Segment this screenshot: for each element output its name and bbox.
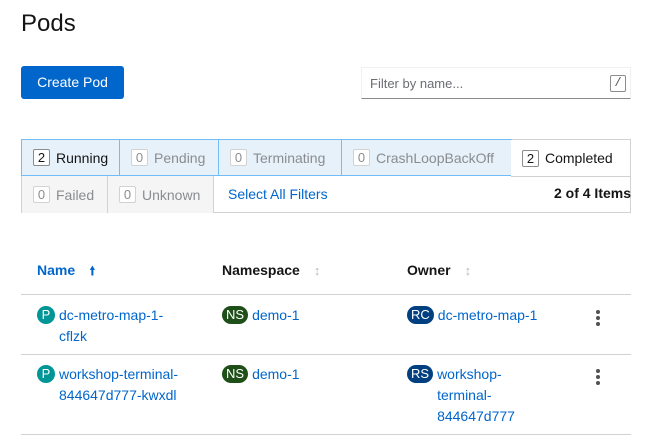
pod-name-cell: P dc-metro-map-1- cflzk <box>37 305 163 347</box>
column-header-label: Name <box>37 262 76 278</box>
namespace-resource-badge: NS <box>222 306 249 324</box>
column-header-label: Owner <box>407 262 451 278</box>
filter-count: 0 <box>131 149 148 166</box>
namespace-resource-badge: NS <box>222 365 249 383</box>
filter-count: 2 <box>33 149 50 166</box>
owner-name-line: dc-metro-map-1 <box>437 307 538 323</box>
sort-ascending-icon: 🠙 <box>89 263 96 278</box>
page-title: Pods <box>21 10 76 37</box>
filter-name-input[interactable] <box>362 68 592 98</box>
pod-name-link[interactable]: dc-metro-map-1- cflzk <box>59 305 163 347</box>
filter-terminating[interactable]: 0 Terminating <box>218 139 342 176</box>
column-header-namespace[interactable]: Namespace ↕ <box>222 262 320 279</box>
owner-cell: RC dc-metro-map-1 <box>407 305 537 326</box>
pod-name-cell: P workshop-terminal- 844647d777-kwxdl <box>37 364 178 406</box>
column-header-owner[interactable]: Owner ↕ <box>407 262 471 279</box>
row-actions-kebab-icon[interactable] <box>588 308 608 330</box>
owner-name-line: terminal- <box>437 387 492 403</box>
filter-label: Completed <box>545 150 613 166</box>
filter-label: Unknown <box>142 186 201 203</box>
filter-label: Failed <box>56 186 95 203</box>
filter-count: 2 <box>522 149 539 167</box>
owner-resource-badge: RC <box>407 306 434 324</box>
row-actions-kebab-icon[interactable] <box>588 367 608 389</box>
namespace-cell: NS demo-1 <box>222 364 300 385</box>
filter-crashloopbackoff[interactable]: 0 CrashLoopBackOff <box>341 139 512 176</box>
filter-by-name: / <box>361 67 631 99</box>
table-row: P workshop-terminal- 844647d777-kwxdl NS… <box>0 364 656 432</box>
filter-pending[interactable]: 0 Pending <box>119 139 219 176</box>
pod-name-line: workshop-terminal- <box>59 366 179 382</box>
row-divider <box>21 354 631 355</box>
filter-completed[interactable]: 2 Completed <box>511 140 630 177</box>
sort-icon: ↕ <box>313 263 321 278</box>
filter-label: Terminating <box>253 149 326 166</box>
slash-shortcut-hint: / <box>610 75 626 92</box>
owner-name-line: 844647d777 <box>437 408 515 424</box>
row-divider <box>21 294 631 295</box>
sort-icon: ↕ <box>464 263 472 278</box>
pod-name-line: cflzk <box>59 328 87 344</box>
filter-count: 0 <box>353 149 370 166</box>
filter-count: 0 <box>119 186 136 203</box>
filter-running[interactable]: 2 Running <box>21 139 120 176</box>
select-all-filters-link[interactable]: Select All Filters <box>228 186 328 202</box>
pod-resource-badge: P <box>37 365 55 383</box>
column-header-label: Namespace <box>222 262 300 278</box>
pod-resource-badge: P <box>37 306 55 324</box>
pod-name-link[interactable]: workshop-terminal- 844647d777-kwxdl <box>59 364 178 406</box>
filter-label: Pending <box>154 149 206 166</box>
filter-label: CrashLoopBackOff <box>376 149 495 166</box>
row-divider <box>21 434 631 435</box>
owner-link[interactable]: dc-metro-map-1 <box>438 305 538 326</box>
table-row: P dc-metro-map-1- cflzk NS demo-1 RC dc-… <box>0 305 656 353</box>
pod-name-line: dc-metro-map-1- <box>59 307 164 323</box>
owner-link[interactable]: workshop- terminal- 844647d777 <box>437 364 515 427</box>
filter-count: 0 <box>230 149 247 166</box>
namespace-link[interactable]: demo-1 <box>252 364 299 385</box>
item-count: 2 of 4 Items <box>553 185 631 201</box>
filter-label: Running <box>56 149 109 166</box>
create-pod-button[interactable]: Create Pod <box>21 66 124 99</box>
filter-unknown[interactable]: 0 Unknown <box>108 176 214 213</box>
column-header-name[interactable]: Name 🠙 <box>37 262 96 279</box>
owner-cell: RS workshop- terminal- 844647d777 <box>407 364 515 427</box>
namespace-cell: NS demo-1 <box>222 305 300 326</box>
filter-count: 0 <box>33 186 50 203</box>
owner-name-line: workshop- <box>437 366 502 382</box>
filter-failed[interactable]: 0 Failed <box>22 176 108 213</box>
namespace-link[interactable]: demo-1 <box>252 305 299 326</box>
pod-name-line: 844647d777-kwxdl <box>59 387 177 403</box>
owner-resource-badge: RS <box>407 365 434 383</box>
